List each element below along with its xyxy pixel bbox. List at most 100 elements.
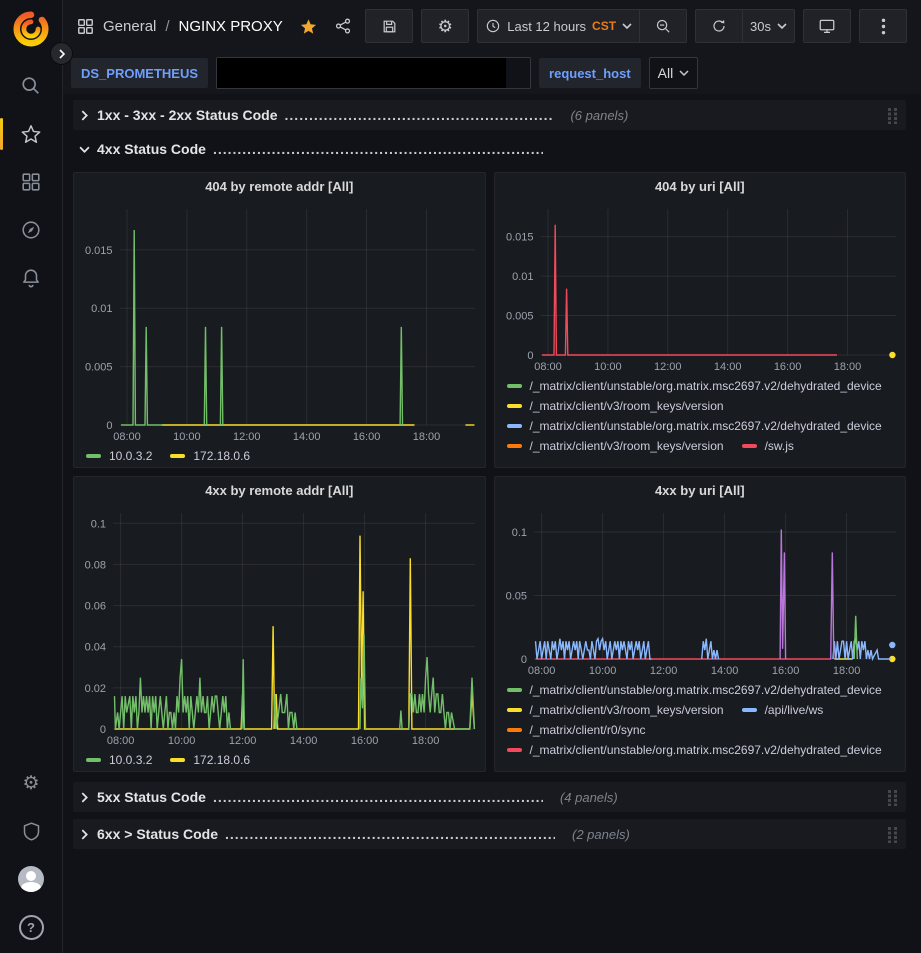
- row-drag-handle[interactable]: [883, 824, 902, 845]
- svg-text:0.015: 0.015: [85, 245, 113, 257]
- tv-mode-button[interactable]: [803, 9, 851, 43]
- legend-item[interactable]: 172.18.0.6: [170, 753, 250, 767]
- legend-item[interactable]: /_matrix/client/unstable/org.matrix.msc2…: [507, 419, 882, 433]
- legend-label: /_matrix/client/r0/sync: [530, 723, 646, 737]
- timeseries-chart[interactable]: 08:0010:0012:0014:0016:0018:0000.0050.01…: [74, 199, 485, 445]
- svg-text:16:00: 16:00: [771, 665, 799, 677]
- sidebar-item-dashboards[interactable]: [0, 158, 62, 206]
- legend-item[interactable]: /_matrix/client/v3/room_keys/version: [507, 399, 724, 413]
- breadcrumb-separator: /: [164, 18, 170, 35]
- refresh-controls: 30s: [695, 9, 795, 43]
- legend-label: 172.18.0.6: [193, 753, 250, 767]
- refresh-icon: [711, 18, 727, 34]
- chart-canvas[interactable]: 08:0010:0012:0014:0016:0018:0000.050.1: [495, 503, 906, 679]
- zoom-out-button[interactable]: [640, 9, 687, 43]
- row-drag-handle[interactable]: [883, 787, 902, 808]
- legend-item[interactable]: /_matrix/client/unstable/org.matrix.msc2…: [507, 379, 882, 393]
- time-range-picker[interactable]: Last 12 hours CST: [477, 9, 640, 43]
- time-range-label: Last 12 hours: [507, 19, 586, 34]
- kebab-menu-button[interactable]: [859, 9, 907, 43]
- legend-item[interactable]: 10.0.3.2: [86, 753, 152, 767]
- sidebar-item-alerting[interactable]: [0, 254, 62, 302]
- chart-canvas[interactable]: 08:0010:0012:0014:0016:0018:0000.0050.01…: [495, 199, 906, 375]
- refresh-interval-label: 30s: [750, 19, 771, 34]
- sidebar-item-profile[interactable]: [0, 855, 62, 903]
- refresh-interval-picker[interactable]: 30s: [743, 9, 795, 43]
- svg-text:16:00: 16:00: [773, 361, 801, 373]
- legend-item[interactable]: /api/live/ws: [742, 703, 824, 717]
- chevron-down-icon: [79, 144, 90, 155]
- row-6xx[interactable]: 6xx > Status Code ......................…: [73, 819, 906, 849]
- svg-text:10:00: 10:00: [173, 431, 201, 443]
- legend-item[interactable]: /_matrix/client/v3/room_keys/version: [507, 439, 724, 453]
- legend-swatch: [170, 758, 185, 762]
- row-panel-count: (6 panels): [570, 108, 628, 123]
- request-host-value: All: [658, 65, 674, 81]
- gear-icon: ⚙: [22, 774, 39, 793]
- timeseries-chart[interactable]: 08:0010:0012:0014:0016:0018:0000.0050.01…: [495, 199, 906, 375]
- datasource-variable-select[interactable]: [216, 57, 531, 89]
- svg-text:14:00: 14:00: [713, 361, 741, 373]
- row-leader-dots: ........................................…: [285, 107, 554, 123]
- panel-title[interactable]: 404 by remote addr [All]: [74, 173, 485, 199]
- star-outline-icon: [20, 123, 42, 145]
- legend-item[interactable]: 10.0.3.2: [86, 449, 152, 463]
- dashboard-title[interactable]: NGINX PROXY: [179, 18, 283, 35]
- chart-canvas[interactable]: 08:0010:0012:0014:0016:0018:0000.020.040…: [74, 503, 485, 749]
- active-indicator: [0, 118, 3, 150]
- row-1xx-3xx-2xx[interactable]: 1xx - 3xx - 2xx Status Code ............…: [73, 100, 906, 130]
- legend-label: /api/live/ws: [765, 703, 824, 717]
- legend-item[interactable]: 172.18.0.6: [170, 449, 250, 463]
- row-panel-count: (2 panels): [572, 827, 630, 842]
- breadcrumb-folder[interactable]: General: [103, 18, 156, 35]
- svg-text:10:00: 10:00: [588, 665, 616, 677]
- legend-label: /_matrix/client/unstable/org.matrix.msc2…: [530, 379, 882, 393]
- share-icon[interactable]: [334, 17, 352, 35]
- legend-label: /_matrix/client/v3/room_keys/version: [530, 703, 724, 717]
- svg-text:0.1: 0.1: [91, 518, 106, 530]
- sidebar-expand-button[interactable]: [50, 42, 73, 65]
- legend-label: /sw.js: [765, 439, 794, 453]
- svg-text:08:00: 08:00: [113, 431, 141, 443]
- svg-text:0.02: 0.02: [85, 683, 106, 695]
- row-drag-handle[interactable]: [883, 105, 902, 126]
- svg-text:18:00: 18:00: [833, 361, 861, 373]
- favorite-star-icon[interactable]: [299, 17, 318, 36]
- sidebar-bottom-nav: ⚙ ?: [0, 759, 62, 953]
- panel-legend: /_matrix/client/unstable/org.matrix.msc2…: [495, 375, 906, 453]
- legend-item[interactable]: /_matrix/client/unstable/org.matrix.msc2…: [507, 683, 882, 697]
- legend-item[interactable]: /_matrix/client/unstable/org.matrix.msc2…: [507, 743, 882, 757]
- breadcrumb: General / NGINX PROXY: [76, 17, 352, 36]
- sidebar-item-starred[interactable]: [0, 110, 62, 158]
- timeseries-chart[interactable]: 08:0010:0012:0014:0016:0018:0000.020.040…: [74, 503, 485, 749]
- svg-text:10:00: 10:00: [594, 361, 622, 373]
- dashboard-settings-button[interactable]: ⚙: [421, 9, 469, 43]
- svg-text:14:00: 14:00: [293, 431, 321, 443]
- grafana-logo-icon[interactable]: [12, 10, 50, 48]
- refresh-button[interactable]: [695, 9, 743, 43]
- legend-item[interactable]: /_matrix/client/v3/room_keys/version: [507, 703, 724, 717]
- sidebar-item-configuration[interactable]: ⚙: [0, 759, 62, 807]
- svg-text:0.005: 0.005: [505, 311, 533, 323]
- panel-title[interactable]: 4xx by remote addr [All]: [74, 477, 485, 503]
- request-host-variable-select[interactable]: All: [649, 57, 699, 89]
- legend-swatch: [507, 384, 522, 388]
- row-title: 4xx Status Code: [97, 141, 206, 157]
- timeseries-chart[interactable]: 08:0010:0012:0014:0016:0018:0000.050.1: [495, 503, 906, 679]
- svg-text:0: 0: [100, 724, 106, 736]
- sidebar-item-search[interactable]: [0, 62, 62, 110]
- row-5xx[interactable]: 5xx Status Code ........................…: [73, 782, 906, 812]
- panel-title[interactable]: 4xx by uri [All]: [495, 477, 906, 503]
- legend-item[interactable]: /sw.js: [742, 439, 794, 453]
- panel-title[interactable]: 404 by uri [All]: [495, 173, 906, 199]
- save-dashboard-button[interactable]: [365, 9, 413, 43]
- dashboards-grid-icon: [20, 171, 42, 193]
- row-4xx[interactable]: 4xx Status Code ........................…: [73, 134, 906, 164]
- sidebar-item-help[interactable]: ?: [0, 903, 62, 951]
- panel-legend: 10.0.3.2 172.18.0.6: [74, 749, 485, 767]
- chart-canvas[interactable]: 08:0010:0012:0014:0016:0018:0000.0050.01…: [74, 199, 485, 445]
- sidebar-item-explore[interactable]: [0, 206, 62, 254]
- legend-item[interactable]: /_matrix/client/r0/sync: [507, 723, 646, 737]
- svg-text:16:00: 16:00: [351, 735, 379, 747]
- sidebar-item-server-admin[interactable]: [0, 807, 62, 855]
